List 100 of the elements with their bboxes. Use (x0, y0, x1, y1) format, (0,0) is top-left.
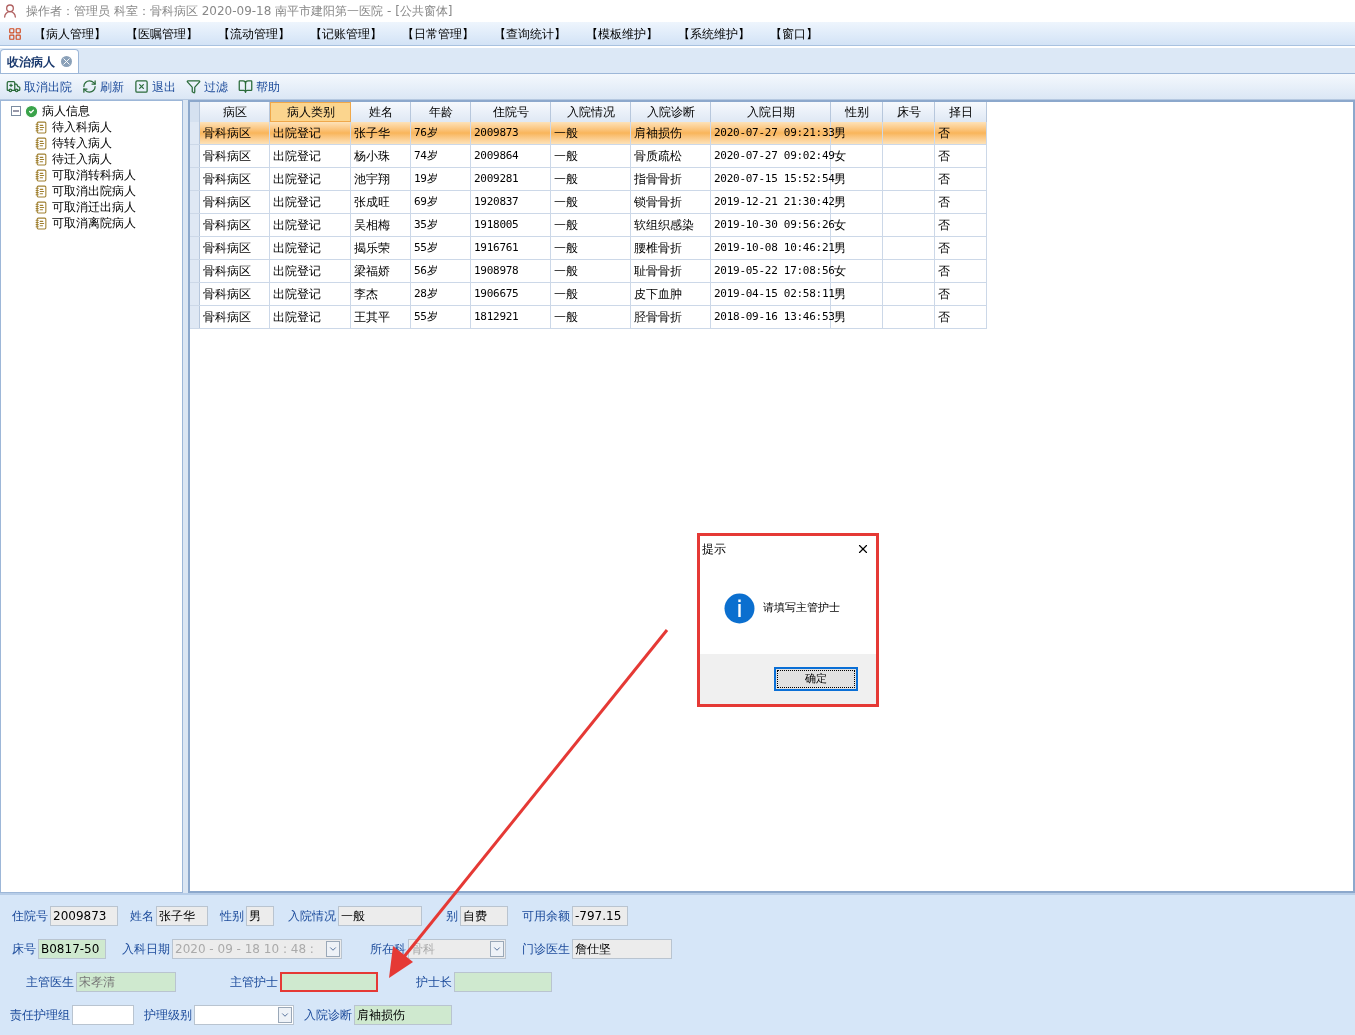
table-row[interactable]: 骨科病区 出院登记 池宇翔 19岁 2009281 一般 指骨骨折 2020-07-15 15:52:54男 否 (190, 168, 987, 191)
toolbar-button[interactable]: 帮助 (238, 77, 280, 96)
table-cell: 吴相梅 (351, 214, 411, 236)
menu-item[interactable]: 【查询统计】 (494, 24, 586, 43)
row-header[interactable] (190, 260, 200, 282)
table-cell: 否 (935, 260, 987, 282)
toolbar-button[interactable]: 过滤 (186, 77, 228, 96)
row-header[interactable] (190, 191, 200, 213)
tree-item[interactable]: 待转入病人 (52, 134, 112, 152)
dropdown-button[interactable] (278, 1006, 292, 1023)
input-field[interactable] (454, 971, 552, 992)
input-field[interactable]: 肩袖损伤 (354, 1004, 452, 1025)
field-label: 别 (446, 907, 458, 925)
splitter[interactable] (183, 100, 188, 893)
tree-item[interactable]: 待入科病人 (52, 118, 112, 136)
column-header[interactable]: 性别 (831, 102, 883, 122)
table-cell: 否 (935, 122, 987, 144)
row-header[interactable] (190, 145, 200, 167)
column-header[interactable]: 病区 (200, 102, 270, 122)
table-cell: 出院登记 (270, 145, 351, 167)
menu-item[interactable]: 【流动管理】 (218, 24, 310, 43)
input-field[interactable]: 宋孝清 (76, 971, 176, 992)
table-cell: 骨科病区 (200, 122, 270, 144)
table-cell: 否 (935, 214, 987, 236)
menu-item[interactable]: 【记账管理】 (310, 24, 402, 43)
tree-item[interactable]: 病人信息 (42, 102, 90, 120)
input-field[interactable]: -797.15 (572, 905, 628, 926)
column-header[interactable]: 年龄 (411, 102, 471, 122)
input-field[interactable] (72, 1004, 134, 1025)
menu-item[interactable]: 【病人管理】 (34, 24, 126, 43)
column-header[interactable]: 床号 (883, 102, 935, 122)
collapse-toggle-icon[interactable] (11, 106, 21, 116)
input-field[interactable]: B0817-50 (38, 938, 106, 959)
dialog-title: 提示 (702, 541, 726, 558)
toolbar-button[interactable]: 刷新 (82, 77, 124, 96)
input-field[interactable]: 张子华 (156, 905, 208, 926)
app-menu-icon[interactable] (8, 26, 22, 41)
column-header[interactable]: 病人类别 (270, 102, 351, 122)
field-label: 门诊医生 (522, 940, 570, 958)
table-cell: 否 (935, 237, 987, 259)
ok-button[interactable]: 确定 (774, 667, 858, 691)
dialog-message: 请填写主管护士 (763, 599, 840, 616)
input-field[interactable]: 一般 (338, 905, 422, 926)
menu-item[interactable]: 【系统维护】 (678, 24, 770, 43)
table-cell: 19岁 (411, 168, 471, 190)
table-cell: 2009873 (471, 122, 551, 144)
row-header[interactable] (190, 237, 200, 259)
row-header[interactable] (190, 306, 200, 328)
table-cell: 否 (935, 145, 987, 167)
column-header[interactable]: 入院情况 (551, 102, 631, 122)
table-cell: 池宇翔 (351, 168, 411, 190)
row-header[interactable] (190, 168, 200, 190)
table-cell: 皮下血肿 (631, 283, 711, 305)
tree-item[interactable]: 可取消迁出病人 (52, 198, 136, 216)
dropdown-button[interactable] (490, 940, 504, 957)
input-field[interactable]: 2009873 (50, 905, 118, 926)
notepad-icon (35, 184, 48, 198)
table-cell: 35岁 (411, 214, 471, 236)
field-label: 责任护理组 (10, 1006, 70, 1024)
menu-item[interactable]: 【窗口】 (770, 24, 862, 43)
notepad-icon (35, 120, 48, 134)
table-cell: 否 (935, 283, 987, 305)
table-cell: 1916761 (471, 237, 551, 259)
row-header[interactable] (190, 122, 200, 144)
column-header[interactable]: 姓名 (351, 102, 411, 122)
tree-item[interactable]: 待迁入病人 (52, 150, 112, 168)
column-header[interactable]: 择日 (935, 102, 987, 122)
input-field[interactable]: 男 (246, 905, 274, 926)
close-icon[interactable] (856, 542, 870, 556)
table-cell: 否 (935, 191, 987, 213)
tree-item[interactable]: 可取消离院病人 (52, 214, 136, 232)
column-header[interactable]: 住院号 (471, 102, 551, 122)
input-field[interactable] (280, 971, 378, 992)
notepad-icon (35, 216, 48, 230)
table-cell: 骨科病区 (200, 283, 270, 305)
check-icon (24, 103, 39, 119)
tab[interactable]: 收治病人 (0, 49, 79, 73)
row-header[interactable] (190, 283, 200, 305)
table-cell: 69岁 (411, 191, 471, 213)
input-field[interactable]: 詹仕坚 (572, 938, 672, 959)
column-header[interactable]: 入院诊断 (631, 102, 711, 122)
field-label: 主管医生 (26, 973, 74, 991)
table-cell: 出院登记 (270, 306, 351, 328)
input-field[interactable] (194, 1004, 294, 1025)
input-field[interactable]: 自费 (460, 905, 508, 926)
exit-icon (134, 79, 149, 94)
table-cell: 1908978 (471, 260, 551, 282)
field-label: 入院诊断 (304, 1006, 352, 1024)
toolbar-button[interactable]: 取消出院 (6, 77, 72, 96)
menu-item[interactable]: 【医嘱管理】 (126, 24, 218, 43)
book-icon (238, 79, 253, 94)
tree-item[interactable]: 可取消出院病人 (52, 182, 136, 200)
dropdown-button[interactable] (326, 940, 340, 957)
toolbar-button[interactable]: 退出 (134, 77, 176, 96)
menu-item[interactable]: 【模板维护】 (586, 24, 678, 43)
row-header[interactable] (190, 214, 200, 236)
menu-item[interactable]: 【日常管理】 (402, 24, 494, 43)
field-label: 住院号 (12, 907, 48, 925)
column-header[interactable]: 入院日期 (711, 102, 831, 122)
tree-item[interactable]: 可取消转科病人 (52, 166, 136, 184)
